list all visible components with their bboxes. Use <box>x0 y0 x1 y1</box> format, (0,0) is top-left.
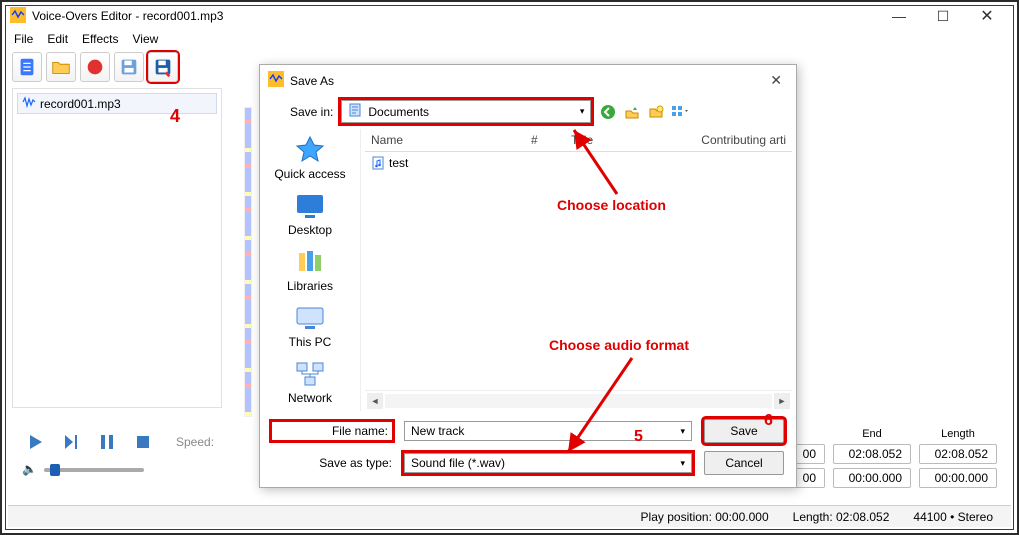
back-icon[interactable] <box>599 103 617 121</box>
status-play-position: Play position: 00:00.000 <box>641 510 769 524</box>
filename-value: New track <box>411 424 464 438</box>
audio-file-icon <box>371 156 385 170</box>
scroll-left-icon[interactable]: ◄ <box>367 393 383 409</box>
filename-label: File name: <box>272 422 392 440</box>
speaker-icon: 🔈 <box>22 462 37 476</box>
dialog-close-button[interactable]: ✕ <box>764 72 788 89</box>
col-title[interactable]: Title <box>571 133 671 147</box>
savetype-label: Save as type: <box>272 456 392 470</box>
file-name: test <box>389 156 408 170</box>
new-folder-icon[interactable] <box>647 103 665 121</box>
file-item[interactable]: test <box>365 152 792 174</box>
scroll-right-icon[interactable]: ► <box>774 393 790 409</box>
place-quick-access[interactable]: Quick access <box>274 135 345 181</box>
file-list: Name # Title Contributing arti test ◄ ► <box>360 129 796 411</box>
filename-field[interactable]: New track ▾ <box>404 421 692 441</box>
volume-slider[interactable] <box>44 468 144 472</box>
length-value-1: 02:08.052 <box>919 444 997 464</box>
timeline-preview <box>244 107 252 417</box>
app-icon <box>268 71 284 90</box>
place-libraries[interactable]: Libraries <box>287 247 333 293</box>
play-button[interactable] <box>22 430 48 454</box>
speed-label: Speed: <box>176 435 214 449</box>
pause-button[interactable] <box>94 430 120 454</box>
place-desktop[interactable]: Desktop <box>288 191 332 237</box>
transport-bar: Speed: <box>22 430 214 454</box>
place-this-pc[interactable]: This PC <box>289 303 332 349</box>
end-value-2: 00:00.000 <box>833 468 911 488</box>
stop-button[interactable] <box>130 430 156 454</box>
statusbar: Play position: 00:00.000 Length: 02:08.0… <box>8 505 1011 527</box>
save-button[interactable]: Save <box>704 419 784 443</box>
savein-value: Documents <box>368 105 429 119</box>
places-bar: Quick access Desktop Libraries This PC N… <box>260 129 360 411</box>
savetype-combo[interactable]: Sound file (*.wav) ▾ <box>404 453 692 473</box>
up-icon[interactable] <box>623 103 641 121</box>
col-name[interactable]: Name <box>371 133 531 147</box>
volume-control: 🔈 <box>22 462 144 476</box>
play-selection-button[interactable] <box>58 430 84 454</box>
cancel-button[interactable]: Cancel <box>704 451 784 475</box>
view-menu-icon[interactable] <box>671 103 689 121</box>
end-label: End <box>862 428 882 440</box>
dialog-title: Save As <box>290 74 334 88</box>
status-length: Length: 02:08.052 <box>793 510 890 524</box>
documents-icon <box>348 103 362 120</box>
savetype-value: Sound file (*.wav) <box>411 456 505 470</box>
chevron-down-icon: ▾ <box>680 458 685 469</box>
end-value-1: 02:08.052 <box>833 444 911 464</box>
status-rate: 44100 • Stereo <box>913 510 993 524</box>
horizontal-scrollbar[interactable]: ◄ ► <box>365 390 792 411</box>
place-network[interactable]: Network <box>288 359 332 405</box>
savein-label: Save in: <box>290 105 333 119</box>
length-label: Length <box>941 428 975 440</box>
length-value-2: 00:00.000 <box>919 468 997 488</box>
savein-combo[interactable]: Documents ▾ <box>341 100 591 123</box>
col-contributing[interactable]: Contributing arti <box>671 133 786 147</box>
save-as-dialog: Save As ✕ Save in: Documents ▾ Quick acc… <box>259 64 797 488</box>
col-number[interactable]: # <box>531 133 571 147</box>
chevron-down-icon: ▾ <box>580 106 585 117</box>
chevron-down-icon: ▾ <box>680 426 685 437</box>
